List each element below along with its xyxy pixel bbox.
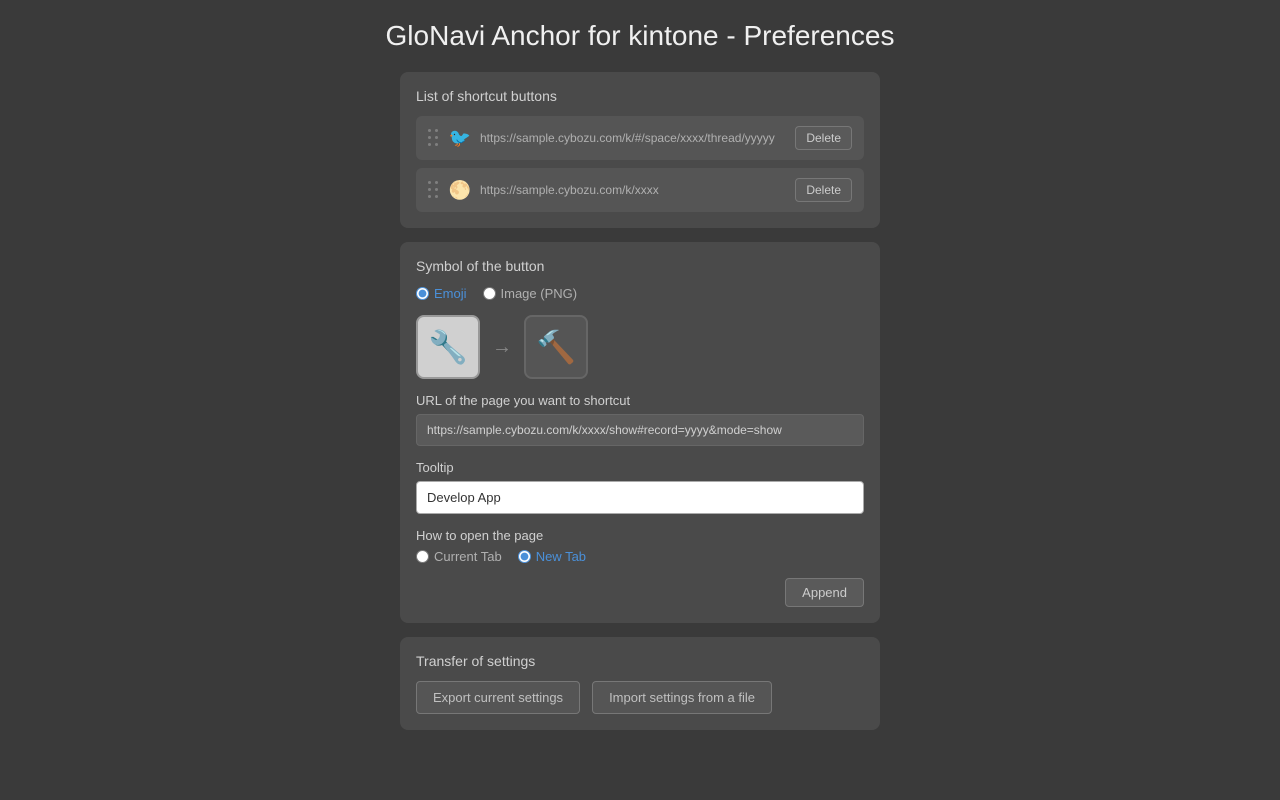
append-button[interactable]: Append bbox=[785, 578, 864, 607]
emoji-radio-label[interactable]: Emoji bbox=[416, 286, 467, 301]
tooltip-label: Tooltip bbox=[416, 460, 864, 475]
emoji-source-box[interactable]: 🔧 bbox=[416, 315, 480, 379]
shortcut-url-1: https://sample.cybozu.com/k/#/space/xxxx… bbox=[480, 131, 787, 145]
emoji-radio[interactable] bbox=[416, 287, 429, 300]
transfer-card: Transfer of settings Export current sett… bbox=[400, 637, 880, 730]
append-row: Append bbox=[416, 578, 864, 607]
current-tab-text: Current Tab bbox=[434, 549, 502, 564]
transfer-section-title: Transfer of settings bbox=[416, 653, 864, 669]
settings-card: Symbol of the button Emoji Image (PNG) 🔧… bbox=[400, 242, 880, 623]
url-input[interactable] bbox=[416, 414, 864, 446]
current-tab-label[interactable]: Current Tab bbox=[416, 549, 502, 564]
emoji-radio-text: Emoji bbox=[434, 286, 467, 301]
shortcut-item: 🐦 https://sample.cybozu.com/k/#/space/xx… bbox=[416, 116, 864, 160]
tooltip-input[interactable] bbox=[416, 481, 864, 514]
url-label: URL of the page you want to shortcut bbox=[416, 393, 864, 408]
shortcut-url-2: https://sample.cybozu.com/k/xxxx bbox=[480, 183, 787, 197]
new-tab-text: New Tab bbox=[536, 549, 586, 564]
page-title: GloNavi Anchor for kintone - Preferences bbox=[386, 20, 895, 52]
item-emoji-2: 🌕 bbox=[448, 180, 472, 201]
delete-button-1[interactable]: Delete bbox=[795, 126, 852, 150]
new-tab-label[interactable]: New Tab bbox=[518, 549, 586, 564]
new-tab-radio[interactable] bbox=[518, 550, 531, 563]
open-page-label: How to open the page bbox=[416, 528, 864, 543]
symbol-section-title: Symbol of the button bbox=[416, 258, 864, 274]
item-emoji-1: 🐦 bbox=[448, 128, 472, 149]
emoji-preview-box: 🔨 bbox=[524, 315, 588, 379]
drag-handle-icon[interactable] bbox=[428, 181, 440, 200]
transfer-buttons: Export current settings Import settings … bbox=[416, 681, 864, 714]
image-radio-text: Image (PNG) bbox=[501, 286, 578, 301]
shortcut-item: 🌕 https://sample.cybozu.com/k/xxxx Delet… bbox=[416, 168, 864, 212]
export-button[interactable]: Export current settings bbox=[416, 681, 580, 714]
drag-handle-icon[interactable] bbox=[428, 129, 440, 148]
current-tab-radio[interactable] bbox=[416, 550, 429, 563]
image-radio[interactable] bbox=[483, 287, 496, 300]
emoji-picker-area: 🔧 → 🔨 bbox=[416, 315, 864, 379]
shortcut-list-title: List of shortcut buttons bbox=[416, 88, 864, 104]
image-radio-label[interactable]: Image (PNG) bbox=[483, 286, 578, 301]
shortcut-list-card: List of shortcut buttons 🐦 https://sampl… bbox=[400, 72, 880, 228]
symbol-radio-group: Emoji Image (PNG) bbox=[416, 286, 864, 301]
delete-button-2[interactable]: Delete bbox=[795, 178, 852, 202]
import-button[interactable]: Import settings from a file bbox=[592, 681, 772, 714]
open-page-radio-group: Current Tab New Tab bbox=[416, 549, 864, 564]
arrow-icon: → bbox=[492, 336, 512, 359]
